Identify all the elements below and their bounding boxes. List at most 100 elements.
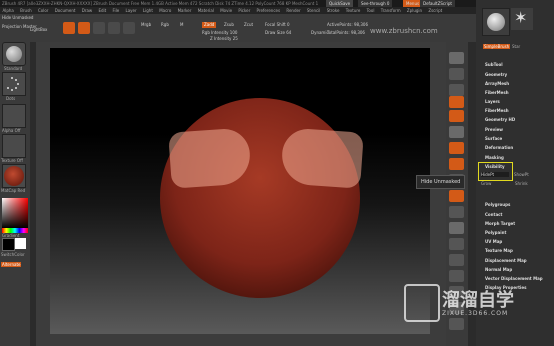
default-script-button[interactable]: DefaultZScript	[420, 0, 455, 7]
shrink-button[interactable]: Shrink	[515, 181, 528, 186]
quicksave-button[interactable]: QuickSave	[326, 0, 354, 7]
menu-item-draw[interactable]: Draw	[82, 8, 92, 13]
menu-fibermesh-1[interactable]: FiberMesh	[485, 90, 509, 95]
menu-contact[interactable]: Contact	[485, 212, 502, 217]
primary-color-swatch[interactable]	[2, 238, 15, 251]
star-tool-thumbnail[interactable]: ✶	[511, 8, 533, 30]
grow-button[interactable]: Grow	[481, 181, 491, 186]
menu-item-light[interactable]: Light	[143, 8, 153, 13]
menu-normal-map[interactable]: Normal Map	[485, 267, 512, 272]
red-sphere-mesh[interactable]	[160, 98, 364, 298]
menu-item-document[interactable]: Document	[55, 8, 76, 13]
zadd-button[interactable]: Zadd	[202, 22, 217, 28]
menu-geometry[interactable]: Geometry	[485, 72, 507, 77]
menu-item-preferences[interactable]: Preferences	[257, 8, 281, 13]
menu-item-color[interactable]: Color	[38, 8, 48, 13]
menu-item-texture[interactable]: Texture	[346, 8, 361, 13]
zsub-button[interactable]: Zsub	[224, 22, 234, 27]
rotate-view-button[interactable]	[449, 254, 464, 266]
bpr-button[interactable]	[449, 52, 464, 64]
secondary-color-swatch[interactable]	[15, 238, 26, 249]
menu-item-macro[interactable]: Macro	[159, 8, 171, 13]
scale-view-button[interactable]	[449, 238, 464, 250]
spix-button[interactable]	[449, 68, 464, 80]
menu-deformation[interactable]: Deformation	[485, 145, 513, 150]
menu-item-stroke[interactable]: Stroke	[327, 8, 340, 13]
menu-layers[interactable]: Layers	[485, 99, 500, 104]
seethrough-slider[interactable]: See-through 0	[358, 0, 393, 7]
menu-item-file[interactable]: File	[113, 8, 120, 13]
menu-displacement-map[interactable]: Displacement Map	[485, 258, 527, 263]
menu-item-edit[interactable]: Edit	[98, 8, 106, 13]
menu-uv-map[interactable]: UV Map	[485, 239, 502, 244]
watermark-url: ZIXUE.3D66.COM	[442, 310, 509, 317]
menu-subtool[interactable]: SubTool	[485, 62, 503, 67]
alternate-button[interactable]: Alternate	[1, 262, 22, 267]
menu-bar: Alpha Brush Color Document Draw Edit Fil…	[0, 7, 554, 14]
tool-thumbnail[interactable]	[482, 8, 510, 36]
menu-morph-target[interactable]: Morph Target	[485, 221, 515, 226]
menu-item-zplugin[interactable]: Zplugin	[407, 8, 422, 13]
scroll-button[interactable]	[449, 84, 464, 96]
menu-arraymesh[interactable]: ArrayMesh	[485, 81, 509, 86]
rgb-intensity-slider[interactable]: Rgb Intensity 100	[202, 30, 237, 35]
color-picker[interactable]	[2, 198, 28, 228]
brush-thumbnail[interactable]	[2, 42, 26, 66]
scale-button[interactable]	[108, 22, 120, 34]
menu-item-transform[interactable]: Transform	[381, 8, 401, 13]
polyf-button[interactable]	[449, 270, 464, 282]
mrgb-button[interactable]: Mrgb	[141, 22, 151, 27]
star-icon: ✶	[514, 8, 528, 27]
lightbox-button[interactable]: LightBox	[30, 27, 47, 32]
actual-button[interactable]	[449, 110, 464, 122]
floor-button[interactable]	[449, 158, 464, 170]
switch-color-button[interactable]: SwitchColor	[1, 252, 25, 257]
aahalf-button[interactable]	[449, 126, 464, 138]
menu-item-brush[interactable]: Brush	[20, 8, 32, 13]
dynamic-button[interactable]: Dynamic	[311, 30, 329, 35]
menu-item-marker[interactable]: Marker	[178, 8, 192, 13]
persp-button[interactable]	[449, 142, 464, 154]
menu-texture-map[interactable]: Texture Map	[485, 248, 513, 253]
z-intensity-slider[interactable]: Z Intensity 25	[210, 36, 238, 41]
simplebrush-label[interactable]: SimpleBrush	[483, 44, 511, 49]
frame-button[interactable]	[449, 206, 464, 218]
menu-vector-displacement-map[interactable]: Vector Displacement Map	[485, 276, 543, 281]
alpha-thumbnail[interactable]	[2, 104, 26, 128]
rotate-button[interactable]	[123, 22, 135, 34]
menu-polygroups[interactable]: Polygroups	[485, 202, 510, 207]
menu-preview[interactable]: Preview	[485, 127, 503, 132]
solo-button[interactable]	[449, 318, 464, 330]
menu-masking[interactable]: Masking	[485, 155, 504, 160]
menu-item-zscript[interactable]: Zscript	[428, 8, 442, 13]
menu-polypaint[interactable]: Polypaint	[485, 230, 506, 235]
rgb-button[interactable]: Rgb	[161, 22, 169, 27]
zoom-button[interactable]	[449, 96, 464, 108]
focal-shift-slider[interactable]: Focal Shift 0	[265, 22, 290, 27]
menu-item-alpha[interactable]: Alpha	[3, 8, 14, 13]
m-button[interactable]: M	[180, 22, 183, 27]
hidept-button[interactable]: HidePt	[481, 172, 509, 177]
menu-item-stencil[interactable]: Stencil	[307, 8, 321, 13]
menu-geometry-hd[interactable]: Geometry HD	[485, 117, 515, 122]
edit-button[interactable]	[63, 22, 75, 34]
zcut-button[interactable]: Zcut	[244, 22, 253, 27]
showpt-button[interactable]: ShowPt	[514, 172, 529, 177]
draw-size-slider[interactable]: Draw Size 64	[265, 30, 291, 35]
move-button[interactable]	[93, 22, 105, 34]
move-view-button[interactable]	[449, 222, 464, 234]
menu-item-layer[interactable]: Layer	[125, 8, 136, 13]
menu-item-movie[interactable]: Movie	[220, 8, 232, 13]
menu-item-render[interactable]: Render	[286, 8, 300, 13]
texture-thumbnail[interactable]	[2, 134, 26, 158]
menu-item-material[interactable]: Material	[198, 8, 214, 13]
material-thumbnail[interactable]	[2, 164, 26, 188]
star-tool-label: Star	[512, 44, 521, 49]
menu-surface[interactable]: Surface	[485, 136, 502, 141]
stroke-thumbnail[interactable]	[2, 72, 26, 96]
draw-button[interactable]	[78, 22, 90, 34]
menu-fibermesh-2[interactable]: FiberMesh	[485, 108, 509, 113]
lsym-button[interactable]	[449, 190, 464, 202]
menu-item-picker[interactable]: Picker	[238, 8, 250, 13]
menu-item-tool[interactable]: Tool	[367, 8, 375, 13]
